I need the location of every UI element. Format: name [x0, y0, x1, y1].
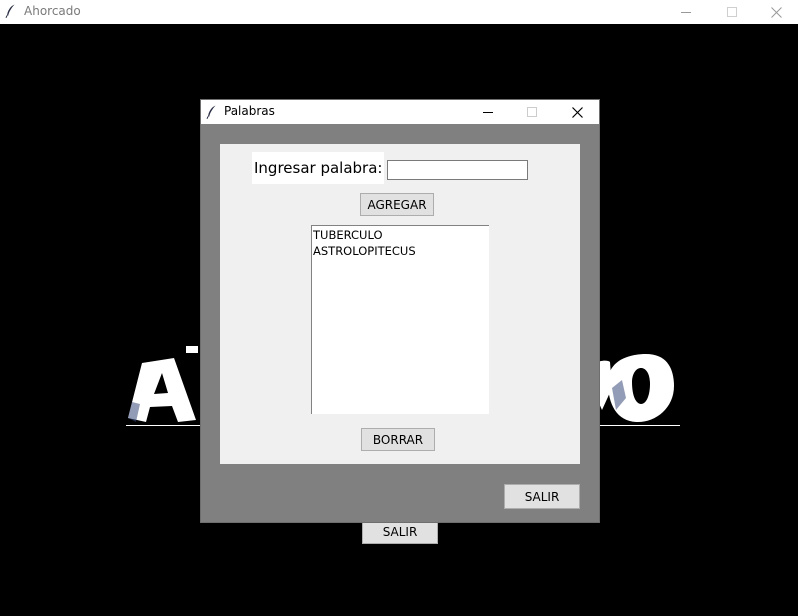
close-icon	[770, 6, 782, 18]
dialog-titlebar[interactable]: Palabras	[201, 100, 599, 124]
word-input-label: Ingresar palabra:	[252, 152, 384, 184]
word-input[interactable]	[387, 160, 528, 180]
add-word-button[interactable]: AGREGAR	[360, 193, 434, 216]
dialog-minimize-button[interactable]	[465, 100, 511, 124]
add-word-button-label: AGREGAR	[367, 197, 427, 212]
minimize-icon	[681, 12, 691, 13]
main-minimize-button[interactable]	[663, 0, 709, 24]
delete-word-button-label: BORRAR	[372, 432, 424, 447]
delete-word-button[interactable]: BORRAR	[361, 428, 435, 451]
main-window-titlebar[interactable]: Ahorcado	[0, 0, 798, 24]
dialog-exit-button[interactable]: SALIR	[504, 484, 580, 509]
dialog-close-button[interactable]	[554, 100, 600, 124]
maximize-icon	[727, 7, 737, 17]
words-listbox[interactable]: TUBERCULO ASTROLOPITECUS	[311, 225, 489, 414]
words-panel: Ingresar palabra: AGREGAR TUBERCULO ASTR…	[220, 144, 580, 464]
dialog-exit-button-label: SALIR	[524, 489, 560, 504]
main-close-button[interactable]	[753, 0, 798, 24]
feather-icon	[206, 105, 218, 119]
words-dialog: Palabras Ingresar palabra: AGREGAR TUBER…	[200, 99, 600, 523]
main-window-title: Ahorcado	[24, 4, 81, 18]
main-exit-button-label: SALIR	[382, 524, 418, 539]
list-item[interactable]: ASTROLOPITECUS	[312, 243, 489, 259]
dialog-maximize-button[interactable]	[509, 100, 555, 124]
minimize-icon	[483, 112, 493, 113]
main-maximize-button[interactable]	[709, 0, 755, 24]
list-item[interactable]: TUBERCULO	[312, 227, 489, 243]
dialog-title: Palabras	[224, 104, 275, 118]
close-icon	[571, 106, 583, 118]
maximize-icon	[527, 107, 537, 117]
feather-icon	[5, 4, 17, 18]
